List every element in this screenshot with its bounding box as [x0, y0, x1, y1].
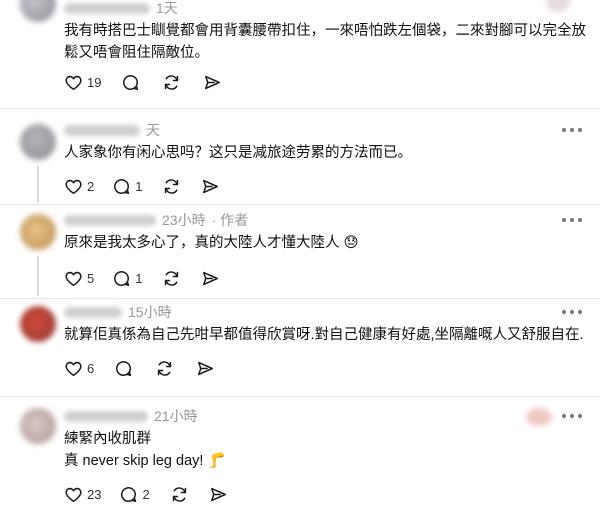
comment-icon [112, 269, 131, 288]
like-button[interactable]: 23 [64, 484, 101, 504]
send-icon [201, 269, 220, 288]
avatar[interactable] [20, 214, 56, 250]
comment-icon [112, 177, 131, 196]
avatar[interactable] [20, 0, 56, 22]
like-button[interactable]: 19 [64, 72, 101, 92]
repost-button[interactable] [170, 484, 189, 504]
repost-icon [155, 359, 174, 378]
more-options-icon[interactable] [562, 215, 582, 225]
username[interactable] [64, 410, 148, 422]
blurred-image [526, 408, 552, 426]
heart-icon [64, 269, 83, 288]
share-button[interactable] [201, 176, 220, 196]
reply-button[interactable]: 1 [112, 176, 142, 196]
send-icon [203, 73, 222, 92]
comment-text: 練緊內收肌群 真 never skip leg day! 🦵 [64, 431, 226, 469]
comment-text: 就算佢真係為自己先咁早都值得欣賞呀.對自己健康有好處,坐隔離嘅人又舒服自在. [64, 327, 584, 343]
avatar[interactable] [20, 408, 56, 444]
comment-text: 我有時搭巴士瞓覺都會用背囊腰帶扣住，一來唔怕跌左個袋，二來對腳可以完全放 鬆又唔… [64, 23, 586, 61]
share-button[interactable] [209, 484, 228, 504]
username[interactable] [64, 214, 156, 226]
comment-meta: 23小時 · 作者 [64, 211, 248, 229]
action-bar: 6 [64, 358, 215, 378]
like-count: 19 [87, 74, 102, 90]
comment-text: 原來是我太多心了，真的大陸人才懂大陸人 😓 [64, 235, 359, 251]
send-icon [209, 485, 228, 504]
comment-meta: 21小時 [64, 407, 198, 425]
comment-text: 人家象你有闲心思吗？这只是减旅途劳累的方法而已。 [64, 145, 412, 161]
more-options-icon[interactable] [562, 307, 582, 317]
repost-icon [162, 73, 181, 92]
reply-count: 1 [135, 270, 143, 286]
comment-item-4: 15小時 就算佢真係為自己先咁早都值得欣賞呀.對自己健康有好處,坐隔離嘅人又舒服… [0, 298, 600, 396]
heart-icon [64, 177, 83, 196]
username[interactable] [64, 124, 140, 136]
repost-button[interactable] [162, 72, 181, 92]
comment-item-5: 21小時 練緊內收肌群 真 never skip leg day! 🦵 23 2 [0, 396, 600, 506]
like-button[interactable]: 5 [64, 268, 94, 288]
thread-line [37, 166, 39, 202]
like-button[interactable]: 6 [64, 358, 94, 378]
avatar[interactable] [20, 124, 56, 160]
like-count: 6 [87, 360, 95, 376]
share-button[interactable] [196, 358, 215, 378]
timestamp: 15小時 [128, 304, 172, 320]
like-count: 23 [87, 486, 102, 502]
username[interactable] [64, 306, 122, 318]
repost-button[interactable] [155, 358, 174, 378]
heart-icon [64, 485, 83, 504]
action-bar: 2 1 [64, 176, 220, 196]
share-button[interactable] [203, 72, 222, 92]
comment-meta: 1天 [64, 0, 178, 17]
reply-button[interactable]: 2 [119, 484, 150, 504]
action-bar: 19 [64, 72, 222, 92]
repost-icon [170, 485, 189, 504]
comment-icon [114, 359, 133, 378]
reply-button[interactable] [121, 72, 140, 92]
action-bar: 5 1 [64, 268, 220, 288]
more-options-icon[interactable] [562, 125, 582, 135]
reply-button[interactable]: 1 [112, 268, 142, 288]
repost-button[interactable] [162, 176, 181, 196]
heart-icon [64, 73, 83, 92]
more-options-icon[interactable] [562, 411, 582, 421]
timestamp: 1天 [156, 0, 178, 16]
comment-meta: 天 [64, 121, 160, 139]
timestamp: 23小時 [162, 212, 206, 228]
send-icon [196, 359, 215, 378]
timestamp: 21小時 [154, 408, 198, 424]
avatar[interactable] [20, 306, 56, 342]
send-icon [201, 177, 220, 196]
blurred-image [546, 0, 570, 12]
comment-item-1: 1天 我有時搭巴士瞓覺都會用背囊腰帶扣住，一來唔怕跌左個袋，二來對腳可以完全放 … [0, 0, 600, 110]
heart-icon [64, 359, 83, 378]
comment-meta: 15小時 [64, 303, 172, 321]
reply-count: 2 [142, 486, 150, 502]
username[interactable] [64, 2, 150, 14]
like-button[interactable]: 2 [64, 176, 94, 196]
thread-line [37, 256, 39, 296]
repost-button[interactable] [162, 268, 181, 288]
like-count: 5 [87, 270, 95, 286]
like-count: 2 [87, 178, 95, 194]
comment-item-3: 23小時 · 作者 原來是我太多心了，真的大陸人才懂大陸人 😓 5 1 [0, 204, 600, 300]
repost-icon [162, 177, 181, 196]
share-button[interactable] [201, 268, 220, 288]
reply-count: 1 [135, 178, 143, 194]
reply-button[interactable] [114, 358, 133, 378]
comment-icon [121, 73, 140, 92]
author-badge: · 作者 [211, 212, 249, 228]
comment-icon [119, 485, 138, 504]
action-bar: 23 2 [64, 484, 228, 504]
timestamp: 天 [146, 122, 160, 138]
repost-icon [162, 269, 181, 288]
comment-item-2: 天 人家象你有闲心思吗？这只是减旅途劳累的方法而已。 2 1 [0, 108, 600, 204]
